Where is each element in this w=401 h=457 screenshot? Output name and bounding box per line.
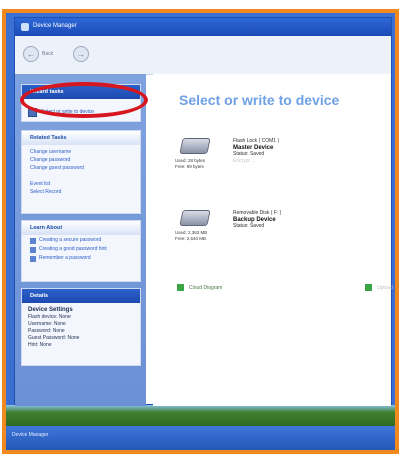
forward-arrow-icon: → (73, 46, 89, 62)
desktop-background (6, 405, 395, 426)
help-icon (30, 256, 36, 262)
cloud-diagram-link[interactable]: Cloud Diagram (177, 284, 222, 291)
forward-button[interactable]: → (73, 46, 92, 62)
learn-item-password-hint[interactable]: Creating a good password hint (22, 246, 140, 253)
device-backup[interactable]: Used: 2,363 MB Free: 2,540 MB Removable … (175, 204, 385, 252)
related-tasks-header: Related Tasks (22, 131, 140, 145)
back-arrow-icon: ← (23, 46, 39, 62)
related-tasks-panel: Related Tasks Change username Change pas… (21, 130, 141, 214)
device-label: Flash Lock ( COM1 ) (233, 138, 280, 144)
detail-line: Flash device: None (28, 314, 71, 320)
back-label: Back (42, 51, 54, 57)
learn-item-label: Remember a password (39, 255, 91, 261)
device-label: Removable Disk ( F: ) (233, 210, 282, 216)
device-info: Removable Disk ( F: ) Backup Device Stat… (233, 210, 281, 230)
details-body: Device Settings Flash device: None Usern… (22, 303, 140, 349)
red-highlight-circle (20, 82, 148, 118)
app-window: Device Manager ← Back → Wizard tasks Sel… (14, 17, 393, 406)
window-title: Device Manager (33, 23, 77, 29)
upload-label: Upload (377, 284, 393, 291)
detail-line: Password: None (28, 328, 65, 334)
hard-drive-icon (179, 210, 211, 226)
learn-about-panel: Learn About Creating a secure password C… (21, 220, 141, 282)
cloud-diagram-label: Cloud Diagram (189, 284, 223, 291)
link-event-list[interactable]: Event list (22, 180, 140, 188)
learn-about-header: Learn About (22, 221, 140, 235)
device-extra: Encrypt ... (233, 157, 256, 164)
device-status: Status: Saved (233, 223, 265, 229)
device-usage: Used: 2,363 MB Free: 2,540 MB (175, 230, 207, 242)
detail-line: Username: None (28, 321, 66, 327)
learn-item-remember-password[interactable]: Remember a password (22, 255, 140, 262)
plus-icon (177, 284, 184, 291)
hard-drive-icon (179, 138, 211, 154)
device-master[interactable]: Used: 28 bytes Free: 99 bytes Flash Lock… (175, 132, 385, 180)
main-content: Select or write to device Used: 28 bytes… (153, 74, 393, 406)
learn-item-label: Creating a secure password (39, 237, 102, 243)
learn-item-label: Creating a good password hint (39, 246, 107, 252)
device-usage: Used: 28 bytes Free: 99 bytes (175, 158, 205, 170)
task-sidebar: Wizard tasks Select or write to device R… (15, 74, 146, 406)
toolbar: ← Back → (15, 36, 391, 75)
page-title: Select or write to device (179, 92, 340, 108)
help-icon (30, 238, 36, 244)
link-change-password[interactable]: Change password (22, 156, 140, 164)
details-title: Device Settings (28, 307, 73, 313)
device-info: Flash Lock ( COM1 ) Master Device Status… (233, 138, 279, 164)
help-icon (30, 247, 36, 253)
link-change-username[interactable]: Change username (22, 148, 140, 156)
free-space: Free: 99 bytes (175, 164, 204, 169)
link-select-record[interactable]: Select Record (22, 188, 140, 196)
learn-item-secure-password[interactable]: Creating a secure password (22, 237, 140, 244)
detail-line: Hint: None (28, 342, 52, 348)
detail-line: Guest Password: None (28, 335, 80, 341)
screenshot-frame: Device Manager ← Back → Wizard tasks Sel… (2, 9, 399, 454)
details-header: Details (22, 289, 140, 303)
link-change-guest-password[interactable]: Change guest password (22, 164, 140, 172)
upload-link[interactable]: Upload (365, 284, 393, 291)
app-icon (21, 23, 29, 31)
title-bar: Device Manager (15, 18, 391, 36)
taskbar: Device Manager (6, 426, 395, 450)
plus-icon (365, 284, 372, 291)
taskbar-item[interactable]: Device Manager (12, 432, 48, 438)
free-space: Free: 2,540 MB (175, 236, 207, 241)
back-button[interactable]: ← Back (23, 46, 53, 62)
details-panel: Details Device Settings Flash device: No… (21, 288, 141, 366)
